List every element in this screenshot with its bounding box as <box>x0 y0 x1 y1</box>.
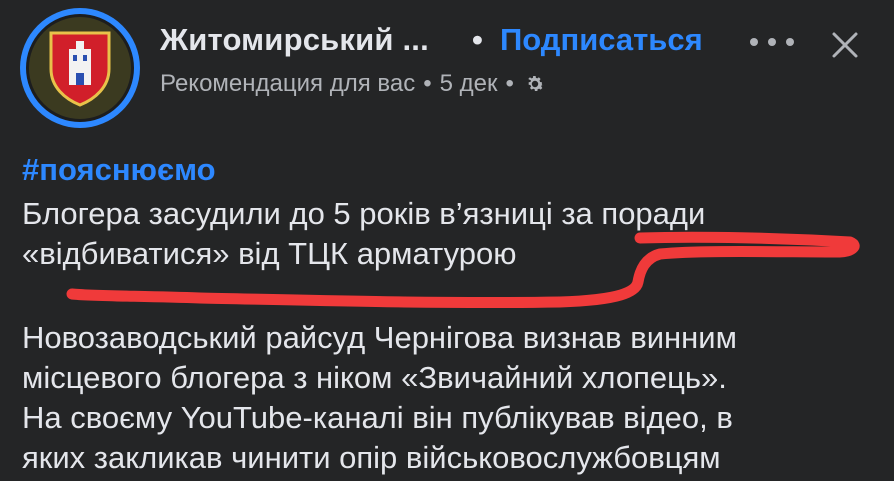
hashtag-link[interactable]: #пояснюємо <box>22 152 216 188</box>
recommendation-label: Рекомендация для вас <box>160 70 416 97</box>
header-separator: • <box>472 22 483 57</box>
post-card: Житомирський ... • Подписаться Рекоменда… <box>0 0 894 481</box>
post-date[interactable]: 5 дек <box>440 70 498 98</box>
follow-button[interactable]: Подписаться <box>500 22 703 58</box>
page-name[interactable]: Житомирський ... <box>160 22 429 58</box>
meta-dot: • <box>423 70 432 97</box>
headline-line: «відбиватися» від ТЦК арматурою <box>22 236 517 271</box>
close-icon[interactable] <box>830 30 860 60</box>
post-meta: Рекомендация для вас • 5 дек • <box>160 70 546 98</box>
body-line: На своєму YouTube-каналі він публікував … <box>22 400 733 435</box>
meta-dot: • <box>505 70 514 97</box>
body-line: Новозаводський райсуд Чернігова визнав в… <box>22 320 737 355</box>
more-icon[interactable] <box>750 30 794 54</box>
body-line: місцевого блогера з ніком «Звичайний хло… <box>22 360 727 395</box>
headline-line: Блогера засудили до 5 років в’язниці за … <box>22 196 706 231</box>
body-line: яких закликав чинити опір військовослужб… <box>22 440 721 475</box>
coat-of-arms-icon <box>26 14 134 122</box>
page-avatar[interactable] <box>20 8 140 128</box>
gear-icon[interactable] <box>524 73 546 95</box>
